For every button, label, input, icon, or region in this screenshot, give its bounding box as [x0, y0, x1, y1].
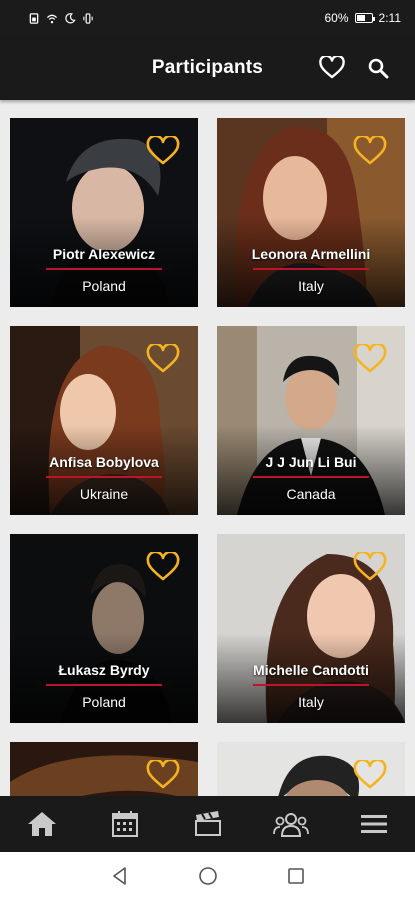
- group-icon: [272, 813, 309, 837]
- search-button[interactable]: [364, 54, 392, 82]
- nav-schedule[interactable]: [105, 806, 145, 842]
- participant-card[interactable]: J J Jun Li Bui Canada: [217, 326, 405, 515]
- participant-card[interactable]: Łukasz Byrdy Poland: [10, 534, 198, 723]
- nav-home[interactable]: [22, 806, 62, 842]
- clock: 2:11: [378, 11, 401, 25]
- heart-outline-icon[interactable]: [353, 760, 387, 790]
- participant-country: Poland: [82, 278, 126, 294]
- name-divider: [253, 268, 369, 270]
- app-bar: Participants: [0, 36, 415, 100]
- participant-card[interactable]: [10, 742, 198, 796]
- battery-percent: 60%: [324, 11, 349, 25]
- back-triangle-icon: [112, 867, 126, 885]
- search-icon: [368, 58, 389, 79]
- participant-card[interactable]: Leonora Armellini Italy: [217, 118, 405, 307]
- heart-outline-icon[interactable]: [146, 344, 180, 374]
- participants-grid[interactable]: Piotr Alexewicz Poland Leonora Armellini…: [0, 100, 415, 796]
- name-divider: [253, 476, 369, 478]
- clapperboard-icon: [194, 811, 221, 836]
- favorites-button[interactable]: [318, 54, 346, 82]
- participant-card[interactable]: Michelle Candotti Italy: [217, 534, 405, 723]
- moon-icon: [65, 12, 76, 23]
- participant-country: Canada: [286, 486, 336, 502]
- participant-name: Piotr Alexewicz: [52, 246, 156, 262]
- participant-country: Italy: [298, 278, 324, 294]
- heart-outline-icon[interactable]: [353, 136, 387, 166]
- participant-name: Michelle Candotti: [253, 662, 369, 678]
- heart-outline-icon[interactable]: [146, 760, 180, 790]
- participant-country: Italy: [298, 694, 324, 710]
- heart-outline-icon[interactable]: [146, 136, 180, 166]
- bottom-nav: [0, 796, 415, 852]
- recents-button[interactable]: [284, 864, 308, 888]
- home-circle-icon: [198, 867, 217, 885]
- status-bar: 60% 2:11: [0, 0, 415, 36]
- participant-country: Poland: [82, 694, 126, 710]
- name-divider: [46, 268, 162, 270]
- recents-square-icon: [287, 868, 304, 884]
- heart-outline-icon[interactable]: [353, 552, 387, 582]
- participant-name: J J Jun Li Bui: [265, 454, 357, 470]
- participant-name: Leonora Armellini: [251, 246, 371, 262]
- participant-country: Ukraine: [79, 486, 129, 502]
- nav-participants[interactable]: [271, 806, 311, 842]
- participant-name: Anfisa Bobylova: [49, 454, 159, 470]
- page-title: Participants: [151, 57, 264, 78]
- nav-menu[interactable]: [354, 806, 394, 842]
- nav-videos[interactable]: [188, 806, 228, 842]
- name-divider: [46, 684, 162, 686]
- heart-icon: [319, 56, 345, 79]
- heart-outline-icon[interactable]: [353, 344, 387, 374]
- system-navigation-bar: [0, 852, 415, 900]
- home-icon: [27, 812, 56, 836]
- home-system-button[interactable]: [196, 864, 220, 888]
- participant-name: Łukasz Byrdy: [58, 662, 150, 678]
- vibrate-icon: [83, 12, 93, 24]
- name-divider: [46, 476, 162, 478]
- participant-card[interactable]: Piotr Alexewicz Poland: [10, 118, 198, 307]
- status-icons-left: [28, 12, 94, 24]
- menu-icon: [360, 815, 387, 833]
- battery-icon: [354, 13, 375, 23]
- wifi-icon: [46, 14, 58, 23]
- sim-icon: [29, 12, 39, 24]
- participant-card[interactable]: Anfisa Bobylova Ukraine: [10, 326, 198, 515]
- status-icons-right: 60% 2:11: [325, 11, 402, 25]
- participant-card[interactable]: [217, 742, 405, 796]
- calendar-icon: [111, 811, 138, 837]
- back-button[interactable]: [108, 864, 132, 888]
- heart-outline-icon[interactable]: [146, 552, 180, 582]
- name-divider: [253, 684, 369, 686]
